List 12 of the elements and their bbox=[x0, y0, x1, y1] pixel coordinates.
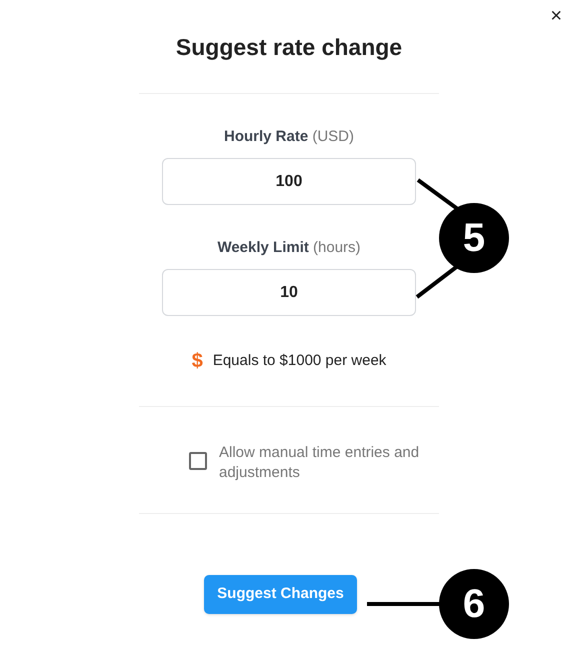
input-field[interactable]: 10 bbox=[162, 269, 416, 316]
dialog-title: Suggest rate change bbox=[176, 33, 402, 62]
checkbox[interactable] bbox=[189, 452, 207, 470]
summary-text: Equals to $1000 per week bbox=[212, 351, 386, 371]
input-field[interactable]: 100 bbox=[162, 158, 416, 205]
callout-badge: 6 bbox=[439, 569, 509, 639]
field-label: Hourly Rate (USD) bbox=[224, 127, 354, 146]
close-button[interactable]: × bbox=[546, 6, 566, 26]
field-label: Weekly Limit (hours) bbox=[217, 238, 361, 257]
checkbox-label: Allow manual time entries and adjustments bbox=[219, 442, 420, 482]
dollar-icon: $ bbox=[192, 351, 203, 372]
callout-badge: 5 bbox=[439, 203, 509, 273]
